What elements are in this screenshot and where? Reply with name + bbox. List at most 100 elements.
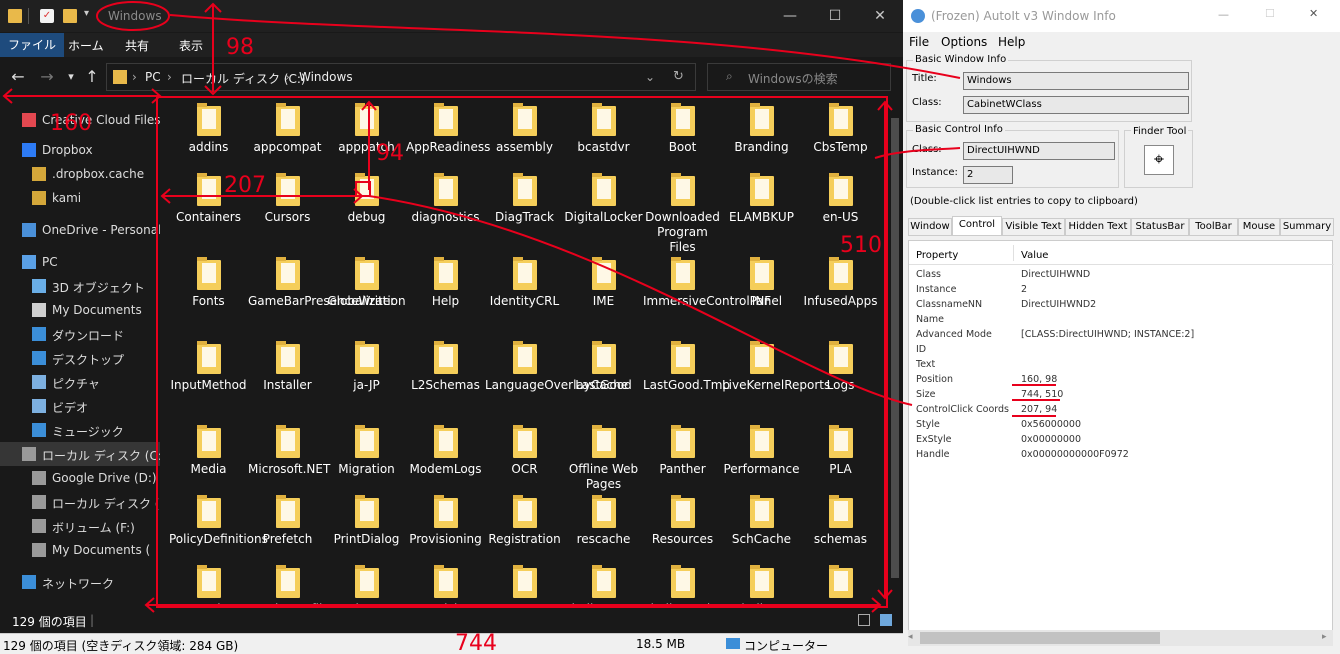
tab-statusbar[interactable]: StatusBar xyxy=(1131,218,1189,236)
folder-item[interactable]: Containers xyxy=(169,173,248,225)
tab-home[interactable]: ホーム xyxy=(68,37,104,54)
quick-access-dropdown-icon[interactable]: ▾ xyxy=(84,8,89,19)
tab-file[interactable]: ファイル xyxy=(0,33,65,57)
folder-item[interactable]: Installer xyxy=(248,341,327,393)
close-button[interactable]: ✕ xyxy=(1309,7,1318,20)
list-item[interactable]: ExStyle 0x00000000 xyxy=(909,434,1334,449)
tab-visible-text[interactable]: Visible Text xyxy=(1002,218,1065,236)
sidebar-item[interactable]: Google Drive (D:) xyxy=(0,466,160,490)
control-class-field[interactable]: DirectUIHWND xyxy=(963,142,1115,160)
folder-item[interactable]: Logs xyxy=(801,341,880,393)
folder-item[interactable]: rescache xyxy=(564,495,643,547)
folder-item[interactable]: servicing xyxy=(406,565,485,608)
folder-item[interactable]: Performance xyxy=(722,425,801,477)
property-list[interactable]: Property Value Class DirectUIHWND Instance… xyxy=(908,240,1334,632)
sidebar-item[interactable]: Creative Cloud Files xyxy=(0,108,160,132)
folder-item[interactable]: ShellNew xyxy=(722,565,801,608)
folder-item[interactable]: InfusedApps xyxy=(801,257,880,309)
horizontal-scrollbar[interactable]: ◂ ▸ xyxy=(908,630,1333,646)
menu-options[interactable]: Options xyxy=(941,35,987,49)
list-item[interactable]: Size 744, 510 xyxy=(909,389,1334,404)
sidebar-item[interactable]: ローカル ディスク (C:) xyxy=(0,442,160,466)
folder-item[interactable]: diagnostics xyxy=(406,173,485,225)
folder-item[interactable]: Microsoft.NET xyxy=(248,425,330,477)
tab-window[interactable]: Window xyxy=(908,218,952,236)
list-item[interactable]: Text xyxy=(909,359,1334,374)
folder-item[interactable]: ELAMBKUP xyxy=(722,173,801,225)
tab-summary[interactable]: Summary xyxy=(1280,218,1334,236)
window-class-field[interactable]: CabinetWClass xyxy=(963,96,1189,114)
minimize-button[interactable]: — xyxy=(1218,8,1229,21)
folder-item[interactable]: L2Schemas xyxy=(406,341,485,393)
sidebar-item[interactable]: ミュージック xyxy=(0,418,160,442)
refresh-icon[interactable]: ↻ xyxy=(673,69,684,84)
list-item[interactable]: Style 0x56000000 xyxy=(909,419,1334,434)
list-item[interactable]: ControlClick Coords 207, 94 xyxy=(909,404,1334,419)
folder-item[interactable]: Setup xyxy=(485,565,564,608)
folder-item[interactable]: IME xyxy=(564,257,643,309)
folder-item[interactable]: PolicyDefinitions xyxy=(169,495,268,547)
folder-item[interactable]: Media xyxy=(169,425,248,477)
list-item[interactable]: Instance 2 xyxy=(909,284,1334,299)
folder-item[interactable]: schemas xyxy=(801,495,880,547)
column-value[interactable]: Value xyxy=(1021,250,1048,261)
sidebar-item[interactable]: OneDrive - Personal xyxy=(0,218,160,242)
list-item[interactable]: Position 160, 98 xyxy=(909,374,1334,389)
breadcrumb-windows[interactable]: Windows xyxy=(299,70,353,84)
folder-item[interactable]: LanguageOverlayCache xyxy=(485,341,628,393)
folder-item[interactable]: appcompat xyxy=(248,103,327,155)
close-button[interactable]: ✕ xyxy=(865,6,895,26)
folder-item[interactable]: ModemLogs xyxy=(406,425,485,477)
large-icons-view-icon[interactable] xyxy=(880,614,892,626)
folder-item[interactable]: Migration xyxy=(327,425,406,477)
sidebar-item[interactable]: ネットワーク xyxy=(0,570,160,594)
maximize-button[interactable]: ☐ xyxy=(820,6,850,26)
list-item[interactable]: Class DirectUIHWND xyxy=(909,269,1334,284)
folder-item[interactable]: INF xyxy=(722,257,801,309)
menu-file[interactable]: File xyxy=(909,35,929,49)
sidebar-item[interactable]: ビデオ xyxy=(0,394,160,418)
folder-item[interactable]: SKB xyxy=(801,565,880,608)
sidebar-item[interactable]: 3D オブジェクト xyxy=(0,274,160,298)
window-title-field[interactable]: Windows xyxy=(963,72,1189,90)
scroll-thumb[interactable] xyxy=(920,632,1160,644)
crosshair-icon[interactable]: ⌖ xyxy=(1144,145,1174,175)
folder-item[interactable]: ja-JP xyxy=(327,341,406,393)
menu-help[interactable]: Help xyxy=(998,35,1025,49)
folder-item[interactable]: apppatch xyxy=(327,103,406,155)
folder-content-view[interactable]: addins appcompat apppatch AppReadiness assem… xyxy=(160,98,904,608)
sidebar-item[interactable]: デスクトップ xyxy=(0,346,160,370)
list-item[interactable]: Advanced Mode [CLASS:DirectUIHWND; INSTAN… xyxy=(909,329,1334,344)
folder-item[interactable]: Fonts xyxy=(169,257,248,309)
up-icon[interactable]: ↑ xyxy=(83,67,101,86)
sidebar-item[interactable]: ピクチャ xyxy=(0,370,160,394)
scroll-left-icon[interactable]: ◂ xyxy=(908,632,918,644)
scroll-thumb[interactable] xyxy=(891,118,899,578)
folder-item[interactable]: IdentityCRL xyxy=(485,257,564,309)
folder-item[interactable]: ServiceState xyxy=(327,565,406,608)
folder-item[interactable]: Help xyxy=(406,257,485,309)
folder-item[interactable]: Globalization xyxy=(327,257,406,309)
list-item[interactable]: Name xyxy=(909,314,1334,329)
folder-item[interactable]: addins xyxy=(169,103,248,155)
sidebar-item[interactable]: My Documents xyxy=(0,298,160,322)
breadcrumb-pc[interactable]: PC xyxy=(145,70,161,84)
sidebar-item[interactable]: ダウンロード xyxy=(0,322,160,346)
folder-item[interactable]: Panther xyxy=(643,425,722,477)
folder-item[interactable]: ServiceProfiles xyxy=(248,565,336,608)
folder-item[interactable]: Resources xyxy=(643,495,722,547)
address-bar[interactable]: › PC › ローカル ディスク (C:) › Windows ⌄ ↻ xyxy=(106,63,696,91)
vertical-scrollbar[interactable] xyxy=(888,98,902,608)
folder-item[interactable]: ShellComponents xyxy=(564,565,669,608)
folder-item[interactable]: Registration xyxy=(485,495,564,547)
folder-item[interactable]: bcastdvr xyxy=(564,103,643,155)
tab-mouse[interactable]: Mouse xyxy=(1238,218,1280,236)
folder-item[interactable]: PrintDialog xyxy=(327,495,406,547)
minimize-button[interactable]: — xyxy=(775,6,805,26)
folder-item[interactable]: DigitalLocker xyxy=(564,173,643,225)
folder-item[interactable]: DiagTrack xyxy=(485,173,564,225)
folder-item[interactable]: Boot xyxy=(643,103,722,155)
folder-item[interactable]: LastGood xyxy=(564,341,643,393)
back-icon[interactable]: ← xyxy=(9,67,27,86)
folder-item[interactable]: Provisioning xyxy=(406,495,485,547)
